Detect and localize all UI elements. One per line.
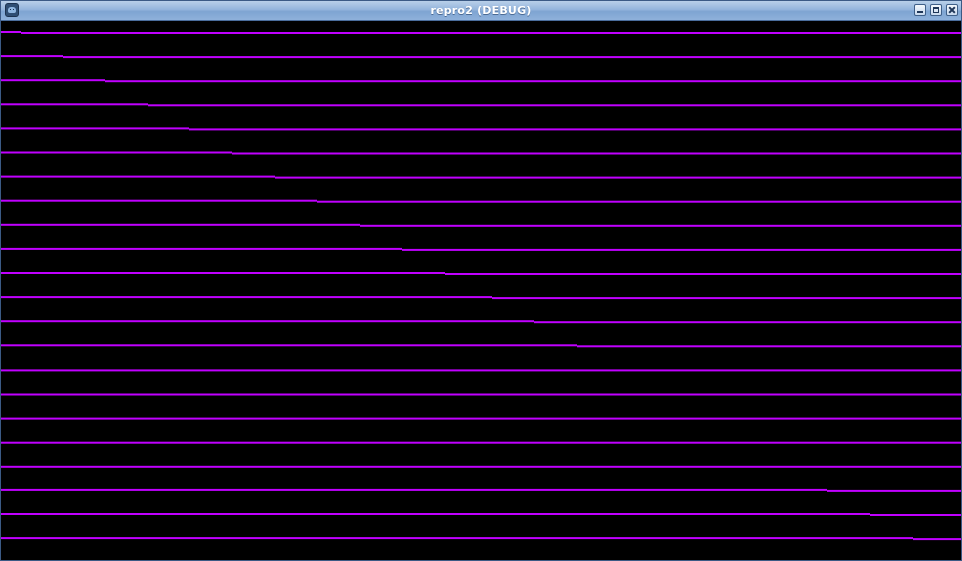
line-segment-upper xyxy=(1,488,827,491)
maximize-icon[interactable] xyxy=(930,4,942,16)
stepped-line-8 xyxy=(1,199,961,203)
stepped-line-11 xyxy=(1,272,961,275)
line-segment xyxy=(1,465,961,468)
line-segment-lower xyxy=(360,224,961,227)
stepped-line-15 xyxy=(1,369,961,372)
line-segment-upper xyxy=(1,151,232,154)
line-segment-upper xyxy=(1,175,275,178)
stepped-line-6 xyxy=(1,151,961,155)
line-segment-upper xyxy=(1,79,105,82)
line-segment-upper xyxy=(1,344,577,347)
line-segment-lower xyxy=(827,489,961,492)
line-segment-lower xyxy=(105,80,961,83)
stepped-line-10 xyxy=(1,247,961,251)
line-segment-lower xyxy=(63,56,961,59)
line-segment-lower xyxy=(317,200,961,203)
line-segment xyxy=(1,369,961,372)
stepped-line-3 xyxy=(1,79,961,83)
stepped-line-20 xyxy=(1,488,961,492)
stepped-line-13 xyxy=(1,320,961,324)
stepped-line-22 xyxy=(1,537,961,541)
minimize-icon[interactable] xyxy=(914,4,926,16)
line-segment-lower xyxy=(870,514,961,516)
title-bar[interactable]: repro2 (DEBUG) xyxy=(1,1,961,21)
line-segment-upper xyxy=(1,247,402,250)
line-segment xyxy=(1,441,961,444)
stepped-line-14 xyxy=(1,344,961,348)
line-segment-upper xyxy=(1,272,445,274)
stepped-line-21 xyxy=(1,513,961,516)
stepped-line-2 xyxy=(1,55,961,59)
line-segment-lower xyxy=(189,128,961,131)
stepped-line-5 xyxy=(1,127,961,131)
line-segment-lower xyxy=(402,248,961,251)
line-segment-upper xyxy=(1,296,492,299)
line-segment-upper xyxy=(1,537,913,540)
line-segment-lower xyxy=(534,321,961,324)
line-segment-lower xyxy=(577,345,961,348)
stepped-line-7 xyxy=(1,175,961,179)
line-segment-lower xyxy=(913,538,961,541)
line-canvas xyxy=(1,31,961,541)
line-segment-lower xyxy=(232,152,961,155)
line-segment xyxy=(1,417,961,420)
stepped-line-19 xyxy=(1,465,961,468)
close-icon[interactable] xyxy=(946,4,958,16)
line-segment-upper xyxy=(1,31,21,33)
game-viewport[interactable] xyxy=(1,21,961,560)
line-segment-lower xyxy=(445,273,961,275)
line-segment-upper xyxy=(1,55,63,58)
stepped-line-16 xyxy=(1,393,961,396)
line-segment-lower xyxy=(21,32,961,34)
stepped-line-1 xyxy=(1,31,961,34)
line-segment-upper xyxy=(1,127,189,130)
app-window: repro2 (DEBUG) xyxy=(0,0,962,561)
line-segment-lower xyxy=(148,104,961,107)
line-segment-upper xyxy=(1,513,870,515)
stepped-line-18 xyxy=(1,441,961,444)
line-segment xyxy=(1,393,961,396)
line-segment-lower xyxy=(275,176,961,179)
line-segment-upper xyxy=(1,103,148,106)
line-segment-upper xyxy=(1,320,534,323)
stepped-line-17 xyxy=(1,417,961,420)
window-title: repro2 (DEBUG) xyxy=(430,4,532,17)
stepped-line-4 xyxy=(1,103,961,107)
stepped-line-12 xyxy=(1,296,961,300)
line-segment-upper xyxy=(1,199,317,202)
stepped-line-9 xyxy=(1,223,961,227)
line-segment-lower xyxy=(492,297,961,300)
line-segment-upper xyxy=(1,223,360,226)
